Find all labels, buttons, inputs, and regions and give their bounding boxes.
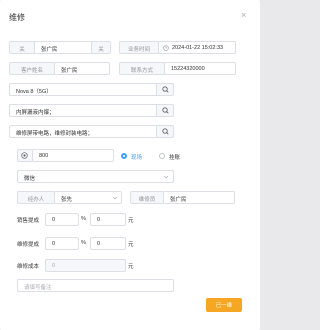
percent-unit: % — [81, 216, 86, 222]
repair-cost-label: 维修成本 — [17, 264, 40, 270]
close-icon[interactable]: × — [241, 11, 246, 20]
yuan-unit: 元 — [128, 264, 134, 270]
percent-unit: % — [81, 240, 86, 246]
payment-select[interactable]: 微信 — [17, 170, 174, 183]
customer-name-field[interactable]: 张广民 — [54, 62, 110, 75]
remark-field[interactable]: 请填写备注 — [17, 279, 174, 292]
amount-field[interactable]: 800 — [32, 149, 114, 162]
clock-icon — [163, 45, 169, 51]
currency-icon-box — [17, 149, 33, 162]
chevron-down-icon — [112, 196, 118, 200]
radio-credit[interactable] — [159, 153, 165, 159]
contact-label: 联系方式 — [119, 62, 165, 75]
currency-icon — [21, 152, 28, 159]
customer-suffix-tag[interactable]: 关 — [91, 41, 111, 54]
sales-commission-amount-field[interactable]: 0 — [90, 213, 126, 226]
customer-prefix-tag[interactable]: 关 — [9, 41, 35, 54]
search-icon — [162, 107, 169, 114]
sales-commission-percent-field[interactable]: 0 — [45, 213, 79, 226]
dialog-title: 维修 — [9, 13, 25, 22]
fault-search-button[interactable] — [156, 104, 174, 117]
repair-item-search-button[interactable] — [156, 125, 174, 138]
radio-onsite[interactable] — [121, 153, 127, 159]
radio-credit-label: 挂账 — [169, 155, 181, 161]
chevron-down-icon — [163, 175, 169, 179]
submit-button[interactable]: 已一维 — [206, 298, 242, 312]
business-time-label: 业务时间 — [119, 41, 159, 54]
sales-commission-label: 销售提成 — [17, 218, 40, 224]
repairer-select[interactable]: 张广民 — [163, 191, 235, 204]
contact-field[interactable]: 15224320000 — [164, 62, 236, 75]
repair-dialog: 维修 × 关 张广民 关 业务时间 2024-01-22 15:02:33 客户… — [0, 0, 260, 330]
repair-commission-label: 维修提成 — [17, 242, 40, 248]
repairer-label: 维修员 — [130, 191, 164, 204]
fault-field[interactable]: 内屏漏液内爆； — [9, 104, 157, 117]
repair-item-field[interactable]: 维修屏带电路，维修封装电路； — [9, 125, 157, 138]
handler-label: 经办人 — [17, 191, 55, 204]
radio-onsite-label: 现场 — [131, 155, 143, 161]
business-time-field[interactable]: 2024-01-22 15:02:33 — [158, 41, 236, 54]
search-icon — [162, 128, 169, 135]
search-icon — [162, 86, 169, 93]
device-field[interactable]: Nova 8（5G） — [9, 83, 157, 96]
customer-name-label: 客户姓名 — [9, 62, 55, 75]
yuan-unit: 元 — [128, 242, 134, 248]
repair-commission-amount-field[interactable]: 0 — [90, 237, 126, 250]
repair-cost-field: 0 — [45, 259, 126, 272]
customer-field[interactable]: 张广民 — [34, 41, 92, 54]
repair-commission-percent-field[interactable]: 0 — [45, 237, 79, 250]
handler-select[interactable]: 张先 — [54, 191, 122, 204]
device-search-button[interactable] — [156, 83, 174, 96]
yuan-unit: 元 — [128, 218, 134, 224]
